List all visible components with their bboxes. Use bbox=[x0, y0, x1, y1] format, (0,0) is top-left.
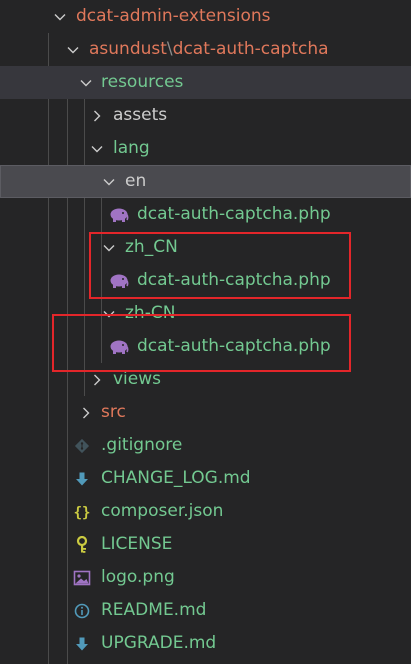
file-row-zh_CN-php[interactable]: dcat-auth-captcha.php bbox=[0, 264, 411, 297]
file-row-change-log[interactable]: CHANGE_LOG.md bbox=[0, 462, 411, 495]
folder-row-package[interactable]: asundust\dcat-auth-captcha bbox=[0, 33, 411, 66]
file-label: UPGRADE.md bbox=[101, 633, 217, 653]
file-row-composer-json[interactable]: {} composer.json bbox=[0, 495, 411, 528]
folder-label: lang bbox=[113, 138, 150, 158]
folder-label: src bbox=[101, 402, 126, 422]
file-row-readme[interactable]: README.md bbox=[0, 594, 411, 627]
chevron-right-icon[interactable] bbox=[78, 396, 94, 429]
file-label: CHANGE_LOG.md bbox=[101, 468, 251, 488]
image-icon bbox=[71, 561, 93, 594]
package-owner: asundust bbox=[89, 39, 167, 59]
file-explorer-tree: dcat-admin-extensions asundust\dcat-auth… bbox=[0, 0, 411, 664]
folder-row-lang[interactable]: lang bbox=[0, 132, 411, 165]
php-elephant-icon bbox=[108, 264, 130, 297]
chevron-right-icon[interactable] bbox=[89, 99, 105, 132]
file-label: logo.png bbox=[101, 567, 175, 587]
file-row-gitignore[interactable]: .gitignore bbox=[0, 429, 411, 462]
svg-text:{}: {} bbox=[74, 505, 91, 520]
info-icon bbox=[71, 594, 93, 627]
chevron-down-icon[interactable] bbox=[101, 165, 117, 198]
folder-label: en bbox=[125, 171, 147, 191]
chevron-down-icon[interactable] bbox=[65, 33, 81, 66]
chevron-down-icon[interactable] bbox=[101, 231, 117, 264]
file-label: .gitignore bbox=[101, 435, 183, 455]
folder-row-en[interactable]: en bbox=[0, 165, 411, 198]
json-braces-icon: {} bbox=[71, 495, 93, 528]
chevron-right-icon[interactable] bbox=[89, 363, 105, 396]
file-label: dcat-auth-captcha.php bbox=[137, 270, 331, 290]
file-label: LICENSE bbox=[101, 534, 173, 554]
folder-row-zh_CN[interactable]: zh_CN bbox=[0, 231, 411, 264]
folder-label: views bbox=[113, 369, 162, 389]
php-elephant-icon bbox=[108, 198, 130, 231]
git-icon bbox=[71, 429, 93, 462]
folder-row-src[interactable]: src bbox=[0, 396, 411, 429]
file-row-en-php[interactable]: dcat-auth-captcha.php bbox=[0, 198, 411, 231]
folder-label: assets bbox=[113, 105, 168, 125]
file-label: dcat-auth-captcha.php bbox=[137, 336, 331, 356]
folder-label: zh-CN bbox=[125, 303, 176, 323]
folder-row-root[interactable]: dcat-admin-extensions bbox=[0, 0, 411, 33]
file-row-zh-CN-php[interactable]: dcat-auth-captcha.php bbox=[0, 330, 411, 363]
license-key-icon bbox=[71, 528, 93, 561]
chevron-down-icon[interactable] bbox=[52, 0, 68, 33]
markdown-arrow-icon bbox=[71, 462, 93, 495]
file-label: dcat-auth-captcha.php bbox=[137, 204, 331, 224]
package-name: dcat-auth-captcha bbox=[172, 39, 329, 59]
folder-label: dcat-admin-extensions bbox=[76, 6, 271, 26]
file-label: composer.json bbox=[101, 501, 224, 521]
chevron-down-icon[interactable] bbox=[101, 297, 117, 330]
php-elephant-icon bbox=[108, 330, 130, 363]
folder-row-assets[interactable]: assets bbox=[0, 99, 411, 132]
folder-row-zh-CN[interactable]: zh-CN bbox=[0, 297, 411, 330]
file-row-logo-png[interactable]: logo.png bbox=[0, 561, 411, 594]
file-row-upgrade[interactable]: UPGRADE.md bbox=[0, 627, 411, 660]
markdown-arrow-icon bbox=[71, 627, 93, 660]
file-row-license[interactable]: LICENSE bbox=[0, 528, 411, 561]
folder-row-views[interactable]: views bbox=[0, 363, 411, 396]
folder-label: asundust\dcat-auth-captcha bbox=[89, 33, 329, 66]
folder-row-resources[interactable]: resources bbox=[0, 66, 411, 99]
file-label: README.md bbox=[101, 600, 207, 620]
chevron-down-icon[interactable] bbox=[78, 66, 94, 99]
folder-label: zh_CN bbox=[125, 237, 178, 257]
chevron-down-icon[interactable] bbox=[89, 132, 105, 165]
folder-label: resources bbox=[101, 72, 184, 92]
